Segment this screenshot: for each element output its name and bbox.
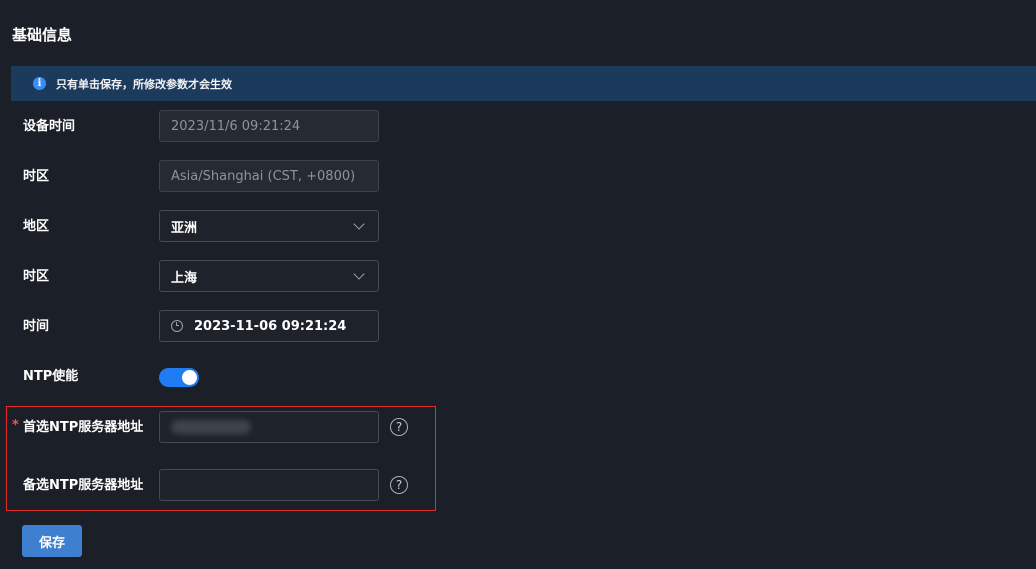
redacted-value	[171, 420, 251, 434]
device-time-row: 设备时间 2023/11/6 09:21:24	[0, 110, 1036, 144]
timezone-display-label: 时区	[23, 169, 50, 184]
ntp-secondary-label: 备选NTP服务器地址	[23, 478, 144, 493]
chevron-down-icon	[353, 218, 365, 230]
notice-banner: i 只有单击保存，所修改参数才会生效	[11, 66, 1036, 101]
timezone-city-select[interactable]: 上海	[159, 260, 379, 292]
ntp-primary-input[interactable]	[159, 411, 379, 443]
device-time-field: 2023/11/6 09:21:24	[159, 110, 379, 142]
time-label: 时间	[23, 319, 50, 334]
timezone-city-value: 上海	[171, 270, 198, 286]
timezone-display-value: Asia/Shanghai (CST, +0800)	[171, 168, 356, 184]
required-mark: *	[12, 418, 19, 433]
toggle-knob	[182, 370, 197, 385]
clock-icon	[171, 320, 183, 332]
ntp-secondary-row: 备选NTP服务器地址 ?	[0, 469, 1036, 503]
device-time-label: 设备时间	[23, 119, 76, 134]
info-icon: i	[33, 77, 46, 90]
ntp-primary-label: 首选NTP服务器地址	[23, 420, 144, 435]
timezone-display-field: Asia/Shanghai (CST, +0800)	[159, 160, 379, 192]
time-row: 时间 2023-11-06 09:21:24	[0, 310, 1036, 344]
time-picker[interactable]: 2023-11-06 09:21:24	[159, 310, 379, 342]
device-time-value: 2023/11/6 09:21:24	[171, 118, 301, 134]
ntp-enable-toggle[interactable]	[159, 368, 199, 387]
help-icon[interactable]: ?	[390, 418, 408, 436]
page-title: 基础信息	[12, 26, 73, 44]
region-row: 地区 亚洲	[0, 210, 1036, 244]
ntp-primary-row: * 首选NTP服务器地址 ?	[0, 411, 1036, 445]
timezone-city-row: 时区 上海	[0, 260, 1036, 294]
timezone-display-row: 时区 Asia/Shanghai (CST, +0800)	[0, 160, 1036, 194]
ntp-enable-label: NTP使能	[23, 369, 79, 384]
ntp-secondary-input[interactable]	[159, 469, 379, 501]
timezone-city-label: 时区	[23, 269, 50, 284]
chevron-down-icon	[353, 268, 365, 280]
ntp-enable-row: NTP使能	[0, 360, 1036, 394]
notice-text: 只有单击保存，所修改参数才会生效	[56, 77, 232, 91]
region-select[interactable]: 亚洲	[159, 210, 379, 242]
region-label: 地区	[23, 219, 50, 234]
save-button[interactable]: 保存	[22, 525, 82, 557]
time-value: 2023-11-06 09:21:24	[194, 318, 347, 334]
region-value: 亚洲	[171, 220, 198, 236]
help-icon[interactable]: ?	[390, 476, 408, 494]
